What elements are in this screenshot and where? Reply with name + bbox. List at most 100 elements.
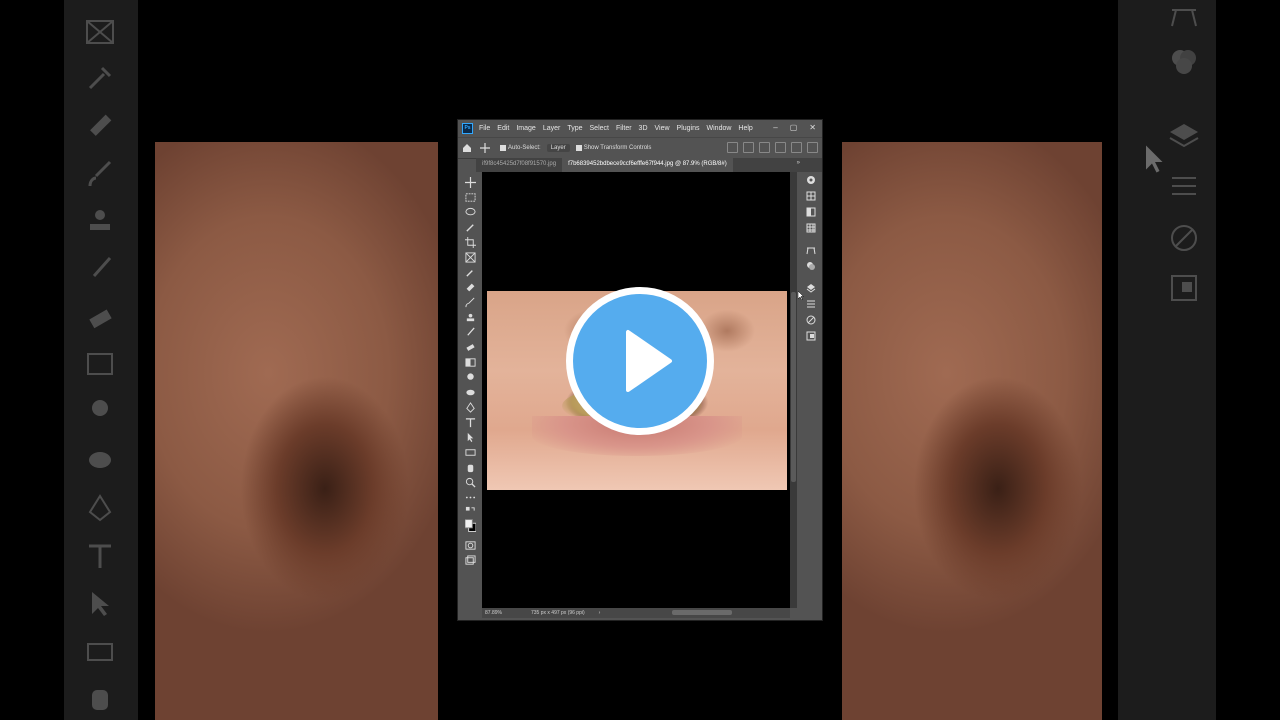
photoshop-logo-icon[interactable]: Ps (462, 123, 473, 134)
horizontal-scrollbar[interactable] (672, 610, 732, 615)
menu-type[interactable]: Type (567, 125, 582, 132)
document-dimensions: 735 px x 497 px (96 ppi) (531, 610, 585, 616)
eraser-icon[interactable] (464, 341, 476, 353)
channels-panel-icon[interactable] (805, 260, 816, 271)
zoom-icon[interactable] (464, 476, 476, 488)
bg-healing-icon (84, 110, 116, 142)
styles-panel-icon[interactable] (805, 314, 816, 325)
bg-channels-icon (1168, 46, 1200, 78)
move-tool-preset-icon[interactable] (480, 143, 490, 153)
window-controls: – ▢ ✕ (773, 123, 816, 132)
bg-right-panel (1118, 0, 1216, 720)
bg-eyedropper-icon (84, 62, 116, 94)
bg-path-icon (1168, 0, 1200, 32)
crop-icon[interactable] (464, 236, 476, 248)
eyedropper-icon[interactable] (464, 266, 476, 278)
menu-help[interactable]: Help (738, 125, 752, 132)
show-transform-label: Show Transform Controls (583, 145, 652, 151)
bg-path-select-icon (84, 588, 116, 620)
bg-layers-icon (1168, 120, 1200, 152)
auto-select-checkbox[interactable] (500, 145, 506, 151)
menu-3d[interactable]: 3D (639, 125, 648, 132)
tab-document-2[interactable]: f7b6839452bdbece9ccf6efffe67f944.jpg @ 8… (562, 158, 733, 172)
menu-select[interactable]: Select (590, 125, 609, 132)
layers-panel-icon[interactable] (805, 282, 816, 293)
menu-window[interactable]: Window (707, 125, 732, 132)
paths-panel-icon[interactable] (805, 244, 816, 255)
path-select-icon[interactable] (464, 431, 476, 443)
mouse-cursor-icon (798, 291, 804, 300)
patterns-panel-icon[interactable] (805, 222, 816, 233)
bg-dodge-icon (84, 444, 116, 476)
home-icon[interactable] (462, 143, 472, 153)
frame-icon[interactable] (464, 251, 476, 263)
move-icon[interactable] (464, 176, 476, 188)
menu-file[interactable]: File (479, 125, 490, 132)
hand-icon[interactable] (464, 461, 476, 473)
bg-photo-left (155, 142, 438, 720)
menu-edit[interactable]: Edit (497, 125, 509, 132)
play-button[interactable] (566, 287, 714, 435)
screen-mode-icon[interactable] (464, 554, 476, 566)
zoom-level[interactable]: 87.89% (485, 610, 527, 616)
menu-filter[interactable]: Filter (616, 125, 632, 132)
bg-type-icon (84, 540, 116, 572)
options-bar: Auto-Select: Layer Show Transform Contro… (458, 137, 822, 159)
distribute-icon[interactable] (743, 142, 754, 153)
menu-layer[interactable]: Layer (543, 125, 561, 132)
color-panel-icon[interactable] (805, 174, 816, 185)
align-icon[interactable] (727, 142, 738, 153)
maximize-button[interactable]: ▢ (790, 123, 798, 132)
color-swatches-icon[interactable] (464, 518, 476, 534)
adjustments-panel-icon[interactable] (805, 298, 816, 309)
vertical-scrollbar-thumb[interactable] (791, 292, 796, 482)
quick-select-icon[interactable] (464, 221, 476, 233)
default-colors-icon[interactable] (464, 505, 476, 517)
pen-icon[interactable] (464, 401, 476, 413)
bg-rectangle-icon (84, 636, 116, 668)
bg-brush-icon (84, 158, 116, 190)
auto-select-label: Auto-Select: (508, 145, 541, 151)
bg-gradient-icon (84, 348, 116, 380)
menu-view[interactable]: View (655, 125, 670, 132)
gradient-icon[interactable] (464, 356, 476, 368)
bg-eraser-icon (84, 302, 116, 334)
show-transform-checkbox[interactable] (575, 145, 582, 151)
minimize-button[interactable]: – (773, 123, 777, 132)
search-icon[interactable] (775, 142, 786, 153)
rectangle-icon[interactable] (464, 446, 476, 458)
marquee-icon[interactable] (464, 191, 476, 203)
workspace-icon[interactable] (791, 142, 802, 153)
dodge-icon[interactable] (464, 386, 476, 398)
close-button[interactable]: ✕ (809, 123, 816, 132)
swatches-panel-icon[interactable] (805, 190, 816, 201)
tabs-overflow-icon[interactable]: » (797, 160, 800, 166)
status-bar: 87.89% 735 px x 497 px (96 ppi) › (482, 608, 790, 618)
tab-document-1[interactable]: if9f8c45425d7f08f91570.jpg (476, 158, 562, 172)
more-tools-icon[interactable] (464, 491, 476, 503)
share-icon[interactable] (807, 142, 818, 153)
menu-bar: Ps File Edit Image Layer Type Select Fil… (458, 120, 822, 137)
history-brush-icon[interactable] (464, 326, 476, 338)
type-icon[interactable] (464, 416, 476, 428)
menu-image[interactable]: Image (516, 125, 535, 132)
menu-plugins[interactable]: Plugins (677, 125, 700, 132)
play-button-circle (573, 294, 707, 428)
document-tabs: if9f8c45425d7f08f91570.jpg f7b6839452bdb… (476, 158, 822, 172)
tools-panel (458, 172, 482, 618)
libraries-panel-icon[interactable] (805, 330, 816, 341)
options-right-icons (727, 142, 818, 153)
user-icon[interactable] (759, 142, 770, 153)
gradients-panel-icon[interactable] (805, 206, 816, 217)
vertical-scrollbar[interactable] (790, 172, 797, 608)
bg-hand-icon (84, 682, 116, 714)
healing-icon[interactable] (464, 281, 476, 293)
brush-icon[interactable] (464, 296, 476, 308)
quick-mask-icon[interactable] (464, 539, 476, 551)
auto-select-dropdown[interactable]: Layer (546, 144, 570, 152)
status-arrow[interactable]: › (599, 610, 601, 616)
play-icon (626, 330, 672, 392)
lasso-icon[interactable] (464, 206, 476, 218)
blur-icon[interactable] (464, 371, 476, 383)
stamp-icon[interactable] (464, 311, 476, 323)
